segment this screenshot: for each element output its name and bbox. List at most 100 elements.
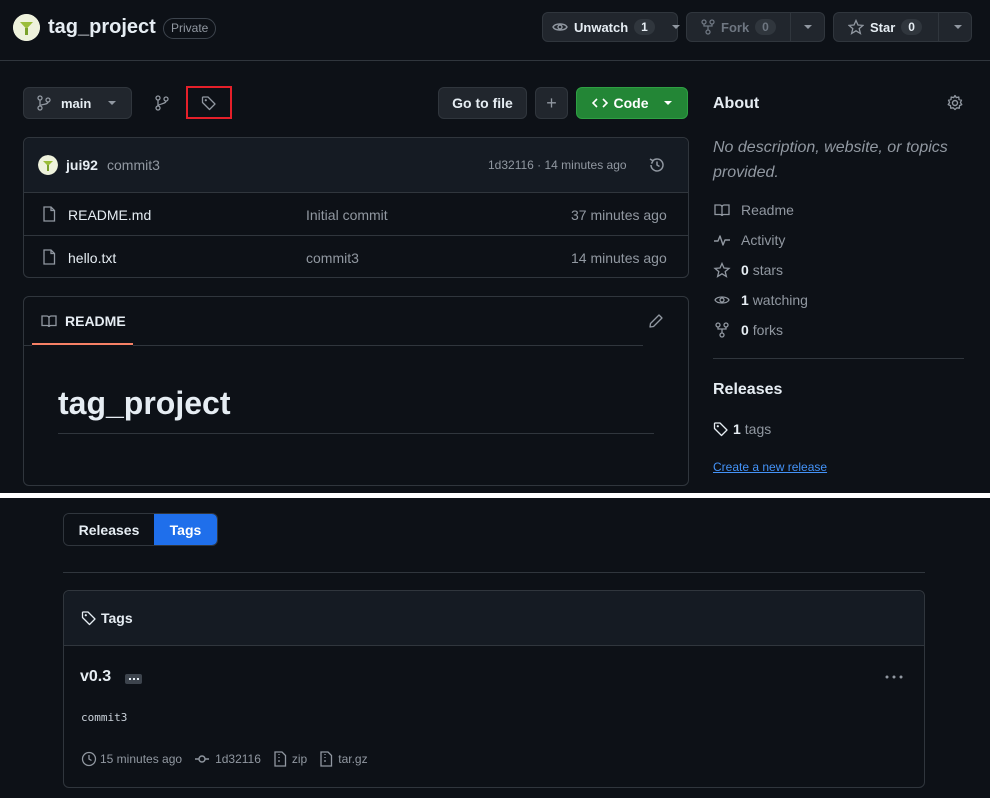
panel-separator [0, 493, 990, 498]
star-label: Star [870, 19, 896, 35]
readme-tab-underline [32, 343, 133, 345]
book-icon [713, 202, 731, 218]
file-commit-time: 14 minutes ago [571, 250, 667, 266]
chevron-down-icon[interactable] [953, 22, 963, 32]
tags-link-highlight[interactable] [186, 86, 232, 119]
readme-heading-rule [58, 433, 654, 434]
sidebar-tags-link[interactable]: 1 tags [713, 421, 771, 437]
download-zip-link[interactable]: zip [292, 752, 307, 766]
releases-title[interactable]: Releases [713, 381, 782, 399]
chevron-down-icon[interactable] [671, 22, 681, 32]
commit-hash-time[interactable]: 1d32116 · 14 minutes ago [488, 158, 627, 172]
fork-label: Fork [721, 19, 750, 35]
sidebar-item-watching[interactable]: 1 watching [713, 292, 808, 308]
create-release-link[interactable]: Create a new release [713, 460, 827, 474]
file-icon [42, 249, 56, 265]
sidebar-item-forks[interactable]: 0 forks [713, 322, 783, 338]
sidebar-item-label: stars [752, 262, 784, 278]
row-divider [23, 192, 689, 193]
history-icon[interactable] [648, 156, 666, 174]
fork-icon [701, 19, 715, 35]
tag-name[interactable]: v0.3 [80, 668, 111, 686]
file-icon [42, 206, 56, 222]
sidebar-item-label: Activity [741, 232, 786, 248]
about-title: About [713, 95, 760, 112]
readme-header-divider [24, 345, 32, 346]
clock-icon [81, 751, 97, 767]
tag-commit-hash[interactable]: 1d32116 [215, 752, 261, 766]
branch-name: main [61, 95, 92, 111]
unwatch-button[interactable]: Unwatch 1 [542, 12, 681, 42]
sidebar-item-label: Readme [741, 202, 794, 218]
star-count: 0 [901, 19, 922, 35]
ellipsis-expander[interactable] [125, 674, 142, 684]
chevron-down-icon[interactable] [803, 22, 813, 32]
sidebar-item-label: watching [752, 292, 808, 308]
readme-tab[interactable]: README [65, 313, 126, 329]
sidebar-item-readme[interactable]: Readme [713, 202, 794, 218]
add-file-button[interactable]: + [535, 87, 568, 119]
file-name[interactable]: README.md [68, 207, 151, 223]
tags-label: tags [744, 421, 772, 437]
go-to-file-button[interactable]: Go to file [438, 87, 527, 119]
file-zip-icon [319, 751, 333, 767]
eye-icon [552, 19, 568, 35]
file-commit-time: 37 minutes ago [571, 207, 667, 223]
book-icon [41, 313, 57, 329]
fork-button[interactable]: Fork 0 [686, 12, 825, 42]
releases-tags-toggle: Releases Tags [63, 513, 218, 546]
sidebar-item-stars[interactable]: 0 stars [713, 262, 783, 278]
star-icon [848, 19, 864, 35]
kebab-menu-icon[interactable] [884, 674, 904, 680]
gear-icon[interactable] [946, 94, 964, 112]
tags-box-title-text: Tags [101, 610, 133, 626]
row-divider [23, 235, 689, 236]
unwatch-label: Unwatch [574, 19, 629, 35]
header-divider [0, 60, 990, 61]
pulse-icon [713, 232, 731, 248]
repo-avatar[interactable] [13, 14, 40, 41]
chevron-down-icon [107, 98, 117, 108]
sidebar-item-count: 0 [741, 322, 749, 338]
tags-page-divider [63, 572, 925, 573]
tag-meta: 15 minutes ago 1d32116 zip tar.gz [81, 751, 368, 767]
tag-icon [713, 421, 729, 437]
file-name[interactable]: hello.txt [68, 250, 116, 266]
sidebar-item-count: 0 [741, 262, 749, 278]
tags-box-title: Tags [81, 610, 133, 626]
chevron-down-icon [663, 98, 673, 108]
code-button[interactable]: Code [576, 87, 688, 119]
tag-time: 15 minutes ago [100, 752, 183, 766]
repo-name[interactable]: tag_project [48, 16, 156, 39]
star-icon [713, 262, 731, 278]
fork-count: 0 [755, 19, 776, 35]
star-button[interactable]: Star 0 [833, 12, 972, 42]
tag-commit-message: commit3 [81, 711, 128, 724]
pencil-icon[interactable] [648, 313, 664, 329]
tab-releases[interactable]: Releases [64, 514, 154, 545]
sidebar-item-label: forks [752, 322, 784, 338]
about-description: No description, website, or topics provi… [713, 139, 948, 181]
file-commit-message[interactable]: Initial commit [306, 207, 388, 223]
branches-icon[interactable] [154, 95, 170, 111]
commit-message[interactable]: commit3 [107, 157, 160, 173]
visibility-badge: Private [163, 18, 217, 39]
sidebar-item-count: 1 [741, 292, 749, 308]
commit-avatar[interactable] [38, 155, 58, 175]
tag-icon [201, 95, 217, 111]
branch-selector[interactable]: main [23, 87, 132, 119]
tags-box-header [64, 591, 924, 646]
fork-icon [713, 322, 731, 338]
file-zip-icon [273, 751, 287, 767]
readme-heading: tag_project [58, 385, 231, 421]
tag-icon [81, 610, 97, 626]
sidebar-item-activity[interactable]: Activity [713, 232, 785, 248]
eye-icon [713, 292, 731, 308]
code-icon [591, 95, 608, 111]
sidebar-divider [713, 358, 964, 359]
watch-count: 1 [634, 19, 655, 35]
commit-author[interactable]: jui92 [66, 157, 98, 173]
tab-tags[interactable]: Tags [154, 514, 217, 545]
file-commit-message[interactable]: commit3 [306, 250, 359, 266]
download-targz-link[interactable]: tar.gz [338, 752, 367, 766]
